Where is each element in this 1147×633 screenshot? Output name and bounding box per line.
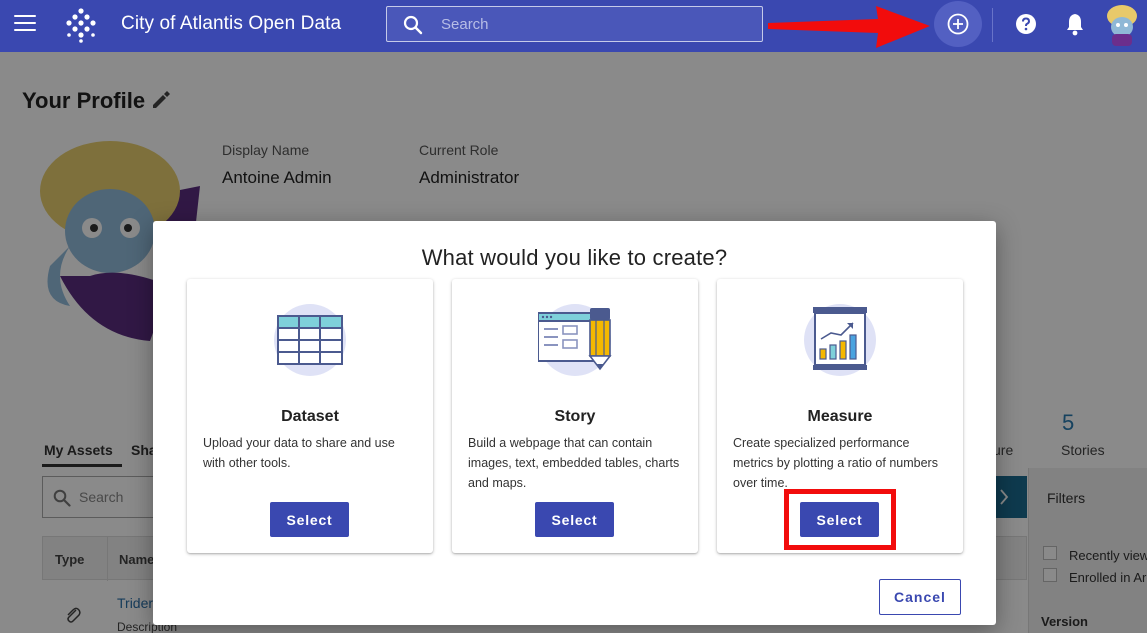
measure-card-title: Measure	[807, 408, 873, 425]
cancel-button[interactable]: Cancel	[879, 579, 961, 615]
dataset-card[interactable]: Dataset Upload your data to share and us…	[187, 279, 433, 553]
measure-card-description: Create specialized performance metrics b…	[733, 436, 938, 490]
dataset-card-title: Dataset	[281, 408, 339, 425]
hamburger-menu-icon[interactable]	[14, 15, 36, 33]
dialog-title: What would you like to create?	[421, 245, 728, 270]
webpage-pencil-icon	[538, 304, 612, 376]
plus-circle-icon	[947, 13, 969, 35]
story-card-title: Story	[554, 408, 596, 425]
create-dialog: What would you like to create? Dataset U…	[153, 221, 996, 625]
bar-chart-icon	[804, 304, 876, 376]
search-icon	[403, 15, 423, 35]
help-icon[interactable]	[1015, 13, 1037, 35]
annotation-highlight-box	[784, 489, 896, 550]
story-card-description: Build a webpage that can contain images,…	[468, 436, 680, 490]
global-search[interactable]	[386, 6, 763, 42]
dataset-select-button[interactable]: Select	[270, 502, 349, 537]
notifications-bell-icon[interactable]	[1064, 12, 1086, 36]
create-button[interactable]	[934, 1, 982, 47]
top-app-bar: City of Atlantis Open Data	[0, 0, 1147, 52]
story-select-button[interactable]: Select	[535, 502, 614, 537]
table-icon	[274, 304, 346, 376]
annotation-arrow	[768, 6, 930, 48]
story-card[interactable]: Story Build a webpage that can contain i…	[452, 279, 698, 553]
site-logo[interactable]	[62, 6, 100, 44]
toolbar-divider	[992, 8, 993, 42]
global-search-input[interactable]	[441, 13, 741, 35]
dataset-card-description: Upload your data to share and use with o…	[203, 436, 395, 470]
user-avatar[interactable]	[1102, 2, 1142, 46]
app-title[interactable]: City of Atlantis Open Data	[121, 13, 341, 35]
